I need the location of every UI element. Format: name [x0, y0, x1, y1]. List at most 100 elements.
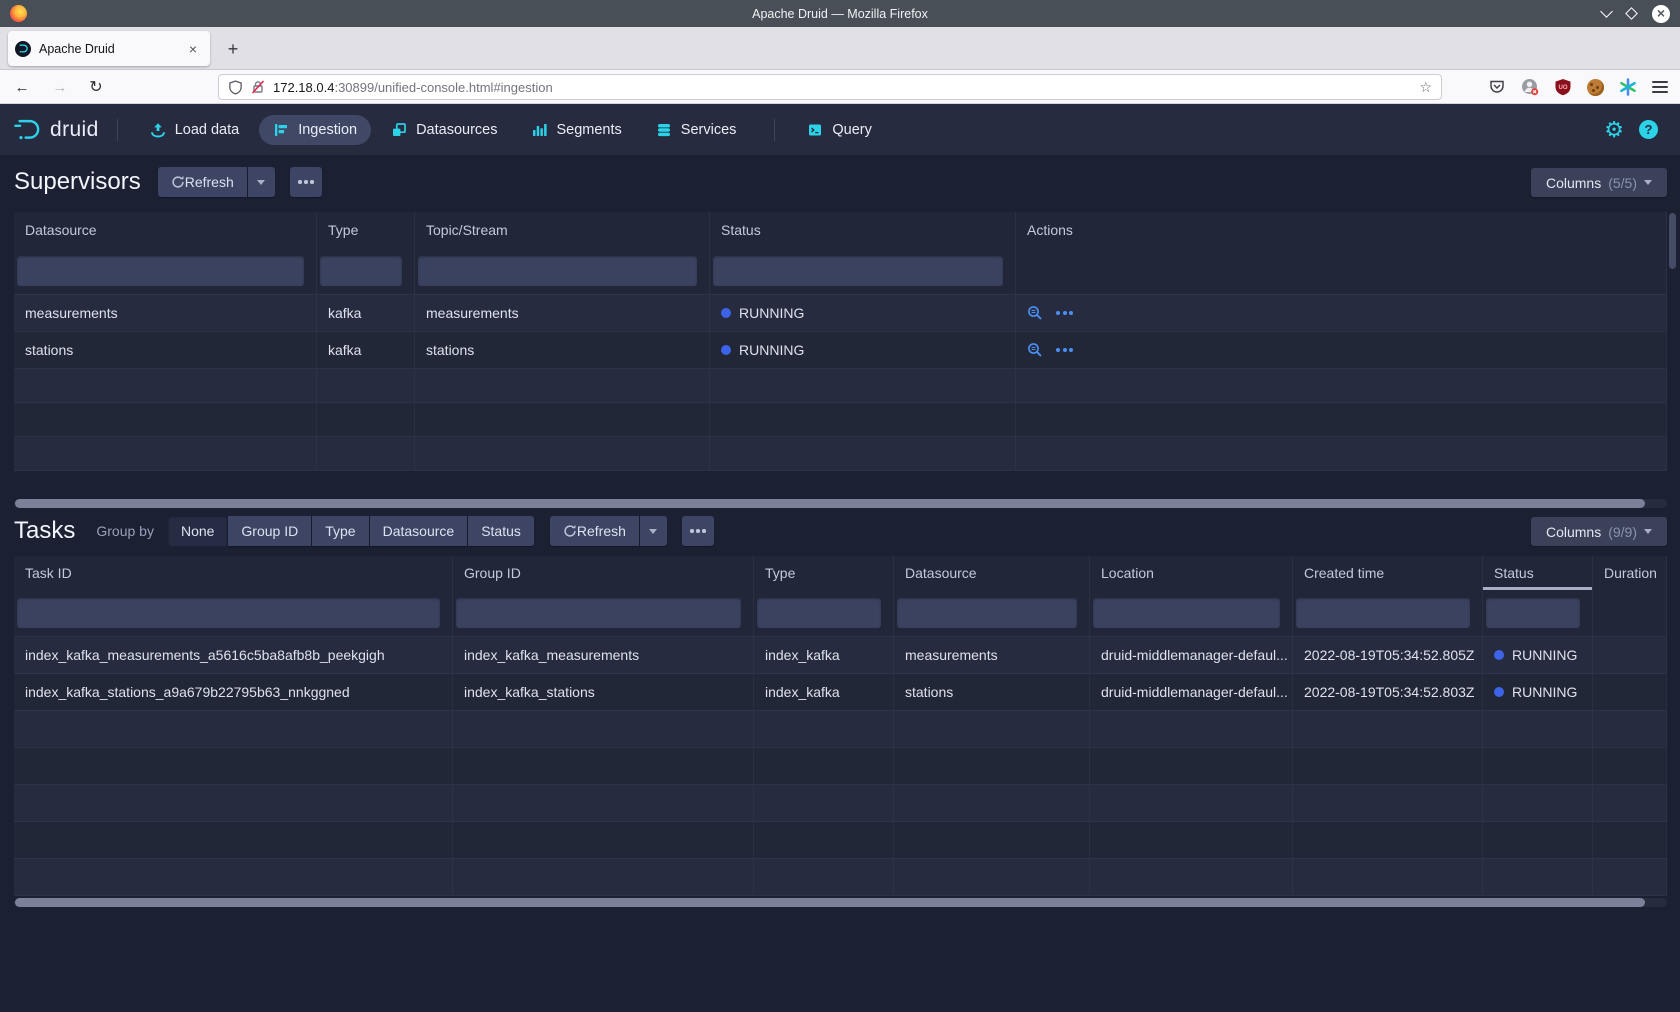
cell-status[interactable]: RUNNING	[1483, 674, 1593, 710]
tasks-refresh-caret-button[interactable]	[640, 516, 667, 546]
cell-type[interactable]: kafka	[317, 295, 415, 331]
cell-location[interactable]: druid-middlemanager-defaul...	[1090, 674, 1293, 710]
minimize-icon[interactable]	[1600, 5, 1613, 18]
supervisor-row[interactable]: measurements kafka measurements RUNNING	[14, 295, 1667, 332]
group-by-status-button[interactable]: Status	[468, 516, 534, 546]
browser-tab[interactable]: Apache Druid	[8, 31, 210, 66]
filter-created-time-input[interactable]	[1296, 598, 1470, 628]
filter-task-id-input[interactable]	[17, 598, 440, 628]
cell-task-id[interactable]: index_kafka_stations_a9a679b22795b63_nnk…	[14, 674, 453, 710]
filter-status-input[interactable]	[1486, 598, 1580, 628]
nav-item-services[interactable]: Services	[642, 115, 751, 145]
filter-topic-stream-input[interactable]	[418, 256, 697, 286]
tasks-more-button[interactable]	[682, 516, 714, 546]
menu-icon[interactable]	[1652, 81, 1668, 93]
column-header-type[interactable]: Type	[317, 212, 415, 248]
column-header-topic-stream[interactable]: Topic/Stream	[415, 212, 710, 248]
tasks-columns-button[interactable]: Columns (9/9)	[1531, 517, 1667, 546]
filter-type-input[interactable]	[757, 598, 881, 628]
group-by-type-button[interactable]: Type	[312, 516, 368, 546]
group-by-none-button[interactable]: None	[168, 516, 227, 546]
reload-icon[interactable]	[82, 74, 110, 100]
cell-topic[interactable]: measurements	[415, 295, 710, 331]
column-header-task-id[interactable]: Task ID	[14, 556, 453, 590]
inspect-magnifier-icon[interactable]	[1027, 305, 1043, 321]
new-tab-button[interactable]	[220, 36, 246, 62]
cell-group-id[interactable]: index_kafka_stations	[453, 674, 754, 710]
cell-type[interactable]: kafka	[317, 332, 415, 368]
maximize-icon[interactable]	[1625, 7, 1638, 20]
supervisor-row[interactable]: stations kafka stations RUNNING	[14, 332, 1667, 369]
help-icon[interactable]	[1639, 120, 1658, 139]
cell-status[interactable]: RUNNING	[1483, 637, 1593, 673]
close-window-icon[interactable]	[1652, 5, 1670, 23]
pocket-icon[interactable]	[1488, 78, 1506, 96]
tab-close-icon[interactable]	[183, 39, 203, 59]
cell-status[interactable]: RUNNING	[710, 332, 1016, 368]
filter-datasource-input[interactable]	[17, 256, 304, 286]
window-titlebar[interactable]: Apache Druid — Mozilla Firefox	[0, 0, 1680, 27]
insecure-lock-icon[interactable]	[251, 80, 265, 94]
scrollbar-thumb[interactable]	[15, 898, 1645, 907]
inspect-magnifier-icon[interactable]	[1027, 342, 1043, 358]
cell-created-time[interactable]: 2022-08-19T05:34:52.803Z	[1293, 674, 1483, 710]
supervisors-refresh-button[interactable]: Refresh	[158, 167, 247, 197]
ublock-icon[interactable]: UO	[1554, 78, 1572, 96]
column-header-group-id[interactable]: Group ID	[453, 556, 754, 590]
task-row[interactable]: index_kafka_measurements_a5616c5ba8afb8b…	[14, 637, 1667, 674]
cell-datasource[interactable]: stations	[894, 674, 1090, 710]
settings-gear-icon[interactable]	[1604, 119, 1624, 141]
cell-datasource[interactable]: stations	[14, 332, 317, 368]
column-header-status-sorted[interactable]: Status	[1483, 556, 1593, 590]
supervisors-more-button[interactable]	[290, 167, 322, 197]
forward-icon[interactable]	[46, 74, 74, 100]
column-header-duration[interactable]: Duration	[1593, 556, 1667, 590]
cell-group-id[interactable]: index_kafka_measurements	[453, 637, 754, 673]
nav-item-datasources[interactable]: Datasources	[377, 115, 511, 145]
task-row[interactable]: index_kafka_stations_a9a679b22795b63_nnk…	[14, 674, 1667, 711]
column-header-location[interactable]: Location	[1090, 556, 1293, 590]
filter-datasource-input[interactable]	[897, 598, 1077, 628]
row-more-icon[interactable]	[1056, 348, 1073, 352]
supervisors-refresh-caret-button[interactable]	[248, 167, 275, 197]
cell-created-time[interactable]: 2022-08-19T05:34:52.805Z	[1293, 637, 1483, 673]
filter-type-input[interactable]	[320, 256, 402, 286]
nav-item-query[interactable]: Query	[793, 115, 886, 145]
column-header-datasource[interactable]: Datasource	[894, 556, 1090, 590]
column-header-created-time[interactable]: Created time	[1293, 556, 1483, 590]
druid-logo[interactable]: druid	[13, 117, 99, 143]
cell-duration[interactable]	[1593, 637, 1667, 673]
cell-datasource[interactable]: measurements	[894, 637, 1090, 673]
cell-duration[interactable]	[1593, 674, 1667, 710]
cell-task-id[interactable]: index_kafka_measurements_a5616c5ba8afb8b…	[14, 637, 453, 673]
filter-location-input[interactable]	[1093, 598, 1280, 628]
cell-type[interactable]: index_kafka	[754, 637, 894, 673]
url-bar[interactable]: 172.18.0.4:30899/unified-console.html#in…	[218, 74, 1442, 100]
tasks-refresh-button[interactable]: Refresh	[550, 516, 639, 546]
filter-status-input[interactable]	[713, 256, 1003, 286]
shield-icon[interactable]	[228, 80, 243, 95]
supervisors-columns-button[interactable]: Columns (5/5)	[1531, 168, 1667, 197]
privacy-extension-icon[interactable]	[1521, 78, 1539, 96]
column-header-datasource[interactable]: Datasource	[14, 212, 317, 248]
group-by-group-id-button[interactable]: Group ID	[228, 516, 311, 546]
group-by-datasource-button[interactable]: Datasource	[370, 516, 468, 546]
cell-topic[interactable]: stations	[415, 332, 710, 368]
supervisors-vertical-scrollbar-thumb[interactable]	[1669, 213, 1676, 269]
nav-item-segments[interactable]: Segments	[517, 115, 635, 145]
cookie-extension-icon[interactable]	[1587, 79, 1604, 96]
asterisk-extension-icon[interactable]	[1619, 78, 1637, 96]
back-icon[interactable]	[8, 74, 36, 100]
cell-datasource[interactable]: measurements	[14, 295, 317, 331]
filter-group-id-input[interactable]	[456, 598, 741, 628]
cell-location[interactable]: druid-middlemanager-defaul...	[1090, 637, 1293, 673]
cell-type[interactable]: index_kafka	[754, 674, 894, 710]
cell-status[interactable]: RUNNING	[710, 295, 1016, 331]
nav-item-ingestion[interactable]: Ingestion	[259, 115, 371, 145]
column-header-type[interactable]: Type	[754, 556, 894, 590]
column-header-status[interactable]: Status	[710, 212, 1016, 248]
scrollbar-thumb[interactable]	[15, 499, 1645, 508]
nav-item-load-data[interactable]: Load data	[136, 115, 254, 145]
bookmark-star-icon[interactable]	[1419, 79, 1432, 96]
row-more-icon[interactable]	[1056, 311, 1073, 315]
